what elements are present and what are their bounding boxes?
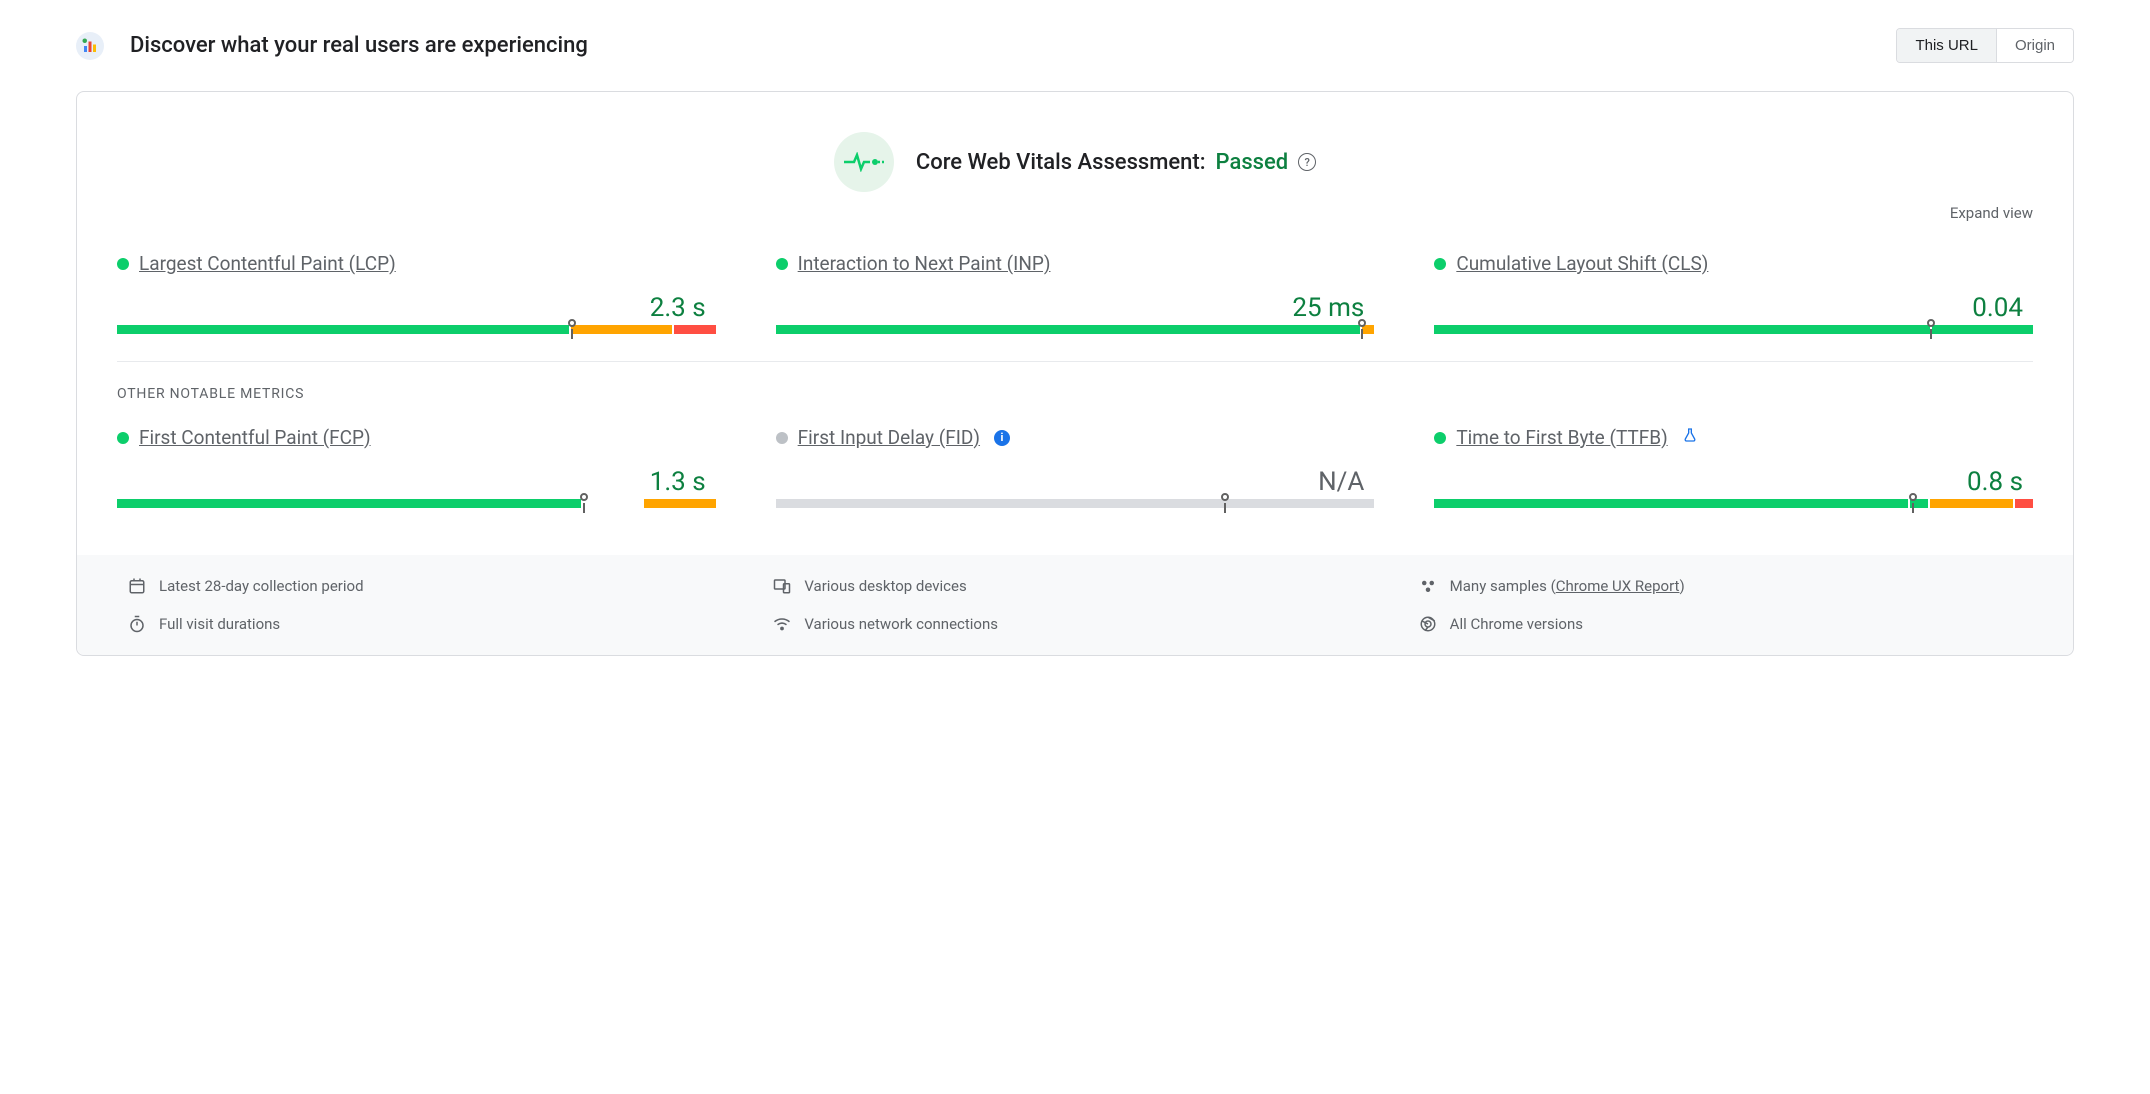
- help-icon[interactable]: ?: [1298, 153, 1316, 171]
- metric-name-fid[interactable]: First Input Delay (FID): [798, 426, 980, 449]
- devices-icon: [772, 577, 792, 595]
- metric-value-cls: 0.04: [1434, 293, 2033, 323]
- divider: [117, 361, 2033, 362]
- metric-name-cls[interactable]: Cumulative Layout Shift (CLS): [1456, 252, 1708, 275]
- metric-lcp: Largest Contentful Paint (LCP) 2.3 s: [117, 252, 716, 341]
- pulse-icon: [834, 132, 894, 192]
- other-metrics-label: OTHER NOTABLE METRICS: [117, 386, 2033, 402]
- status-dot-icon: [776, 258, 788, 270]
- samples-icon: [1418, 577, 1438, 595]
- metric-ttfb: Time to First Byte (TTFB) 0.8 s: [1434, 426, 2033, 515]
- metric-bar-fcp: [117, 499, 716, 515]
- metric-bar-inp: [776, 325, 1375, 341]
- experimental-icon[interactable]: [1682, 427, 1698, 448]
- toggle-origin[interactable]: Origin: [1996, 29, 2073, 62]
- footer-samples: Many samples: [1450, 577, 1547, 595]
- metric-name-lcp[interactable]: Largest Contentful Paint (LCP): [139, 252, 396, 275]
- metric-value-fid: N/A: [776, 467, 1375, 497]
- assessment-label: Core Web Vitals Assessment:: [916, 150, 1206, 175]
- footer-info: Latest 28-day collection period Various …: [77, 555, 2073, 655]
- page-title: Discover what your real users are experi…: [130, 33, 588, 58]
- metric-value-fcp: 1.3 s: [117, 467, 716, 497]
- calendar-icon: [127, 577, 147, 595]
- vitals-card: Core Web Vitals Assessment: Passed ? Exp…: [76, 91, 2074, 656]
- chrome-icon: [1418, 615, 1438, 633]
- metric-bar-fid: [776, 499, 1375, 515]
- metric-value-inp: 25 ms: [776, 293, 1375, 323]
- metric-bar-cls: [1434, 325, 2033, 341]
- footer-devices: Various desktop devices: [804, 577, 966, 595]
- metric-inp: Interaction to Next Paint (INP) 25 ms: [776, 252, 1375, 341]
- header-row: Discover what your real users are experi…: [76, 28, 2074, 63]
- footer-period: Latest 28-day collection period: [159, 577, 364, 595]
- expand-view-link[interactable]: Expand view: [117, 204, 2033, 222]
- toggle-this-url[interactable]: This URL: [1897, 29, 1996, 62]
- status-dot-icon: [117, 432, 129, 444]
- metric-bar-ttfb: [1434, 499, 2033, 515]
- metric-bar-lcp: [117, 325, 716, 341]
- footer-duration: Full visit durations: [159, 615, 280, 633]
- status-dot-icon: [1434, 258, 1446, 270]
- status-dot-icon: [117, 258, 129, 270]
- assessment-status: Passed: [1216, 150, 1289, 175]
- network-icon: [772, 615, 792, 633]
- metric-value-ttfb: 0.8 s: [1434, 467, 2033, 497]
- footer-chrome: All Chrome versions: [1450, 615, 1583, 633]
- assessment-row: Core Web Vitals Assessment: Passed ?: [117, 132, 2033, 192]
- metric-cls: Cumulative Layout Shift (CLS) 0.04: [1434, 252, 2033, 341]
- status-dot-icon: [1434, 432, 1446, 444]
- status-dot-icon: [776, 432, 788, 444]
- info-icon[interactable]: i: [994, 430, 1010, 446]
- metric-name-ttfb[interactable]: Time to First Byte (TTFB): [1456, 426, 1667, 449]
- scope-toggle: This URL Origin: [1896, 28, 2074, 63]
- metric-name-fcp[interactable]: First Contentful Paint (FCP): [139, 426, 371, 449]
- crux-report-link[interactable]: Chrome UX Report: [1556, 577, 1680, 595]
- stopwatch-icon: [127, 615, 147, 633]
- metric-fcp: First Contentful Paint (FCP) 1.3 s: [117, 426, 716, 515]
- footer-network: Various network connections: [804, 615, 998, 633]
- metric-name-inp[interactable]: Interaction to Next Paint (INP): [798, 252, 1051, 275]
- metric-value-lcp: 2.3 s: [117, 293, 716, 323]
- metric-fid: First Input Delay (FID) i N/A: [776, 426, 1375, 515]
- crux-logo-icon: [76, 32, 104, 60]
